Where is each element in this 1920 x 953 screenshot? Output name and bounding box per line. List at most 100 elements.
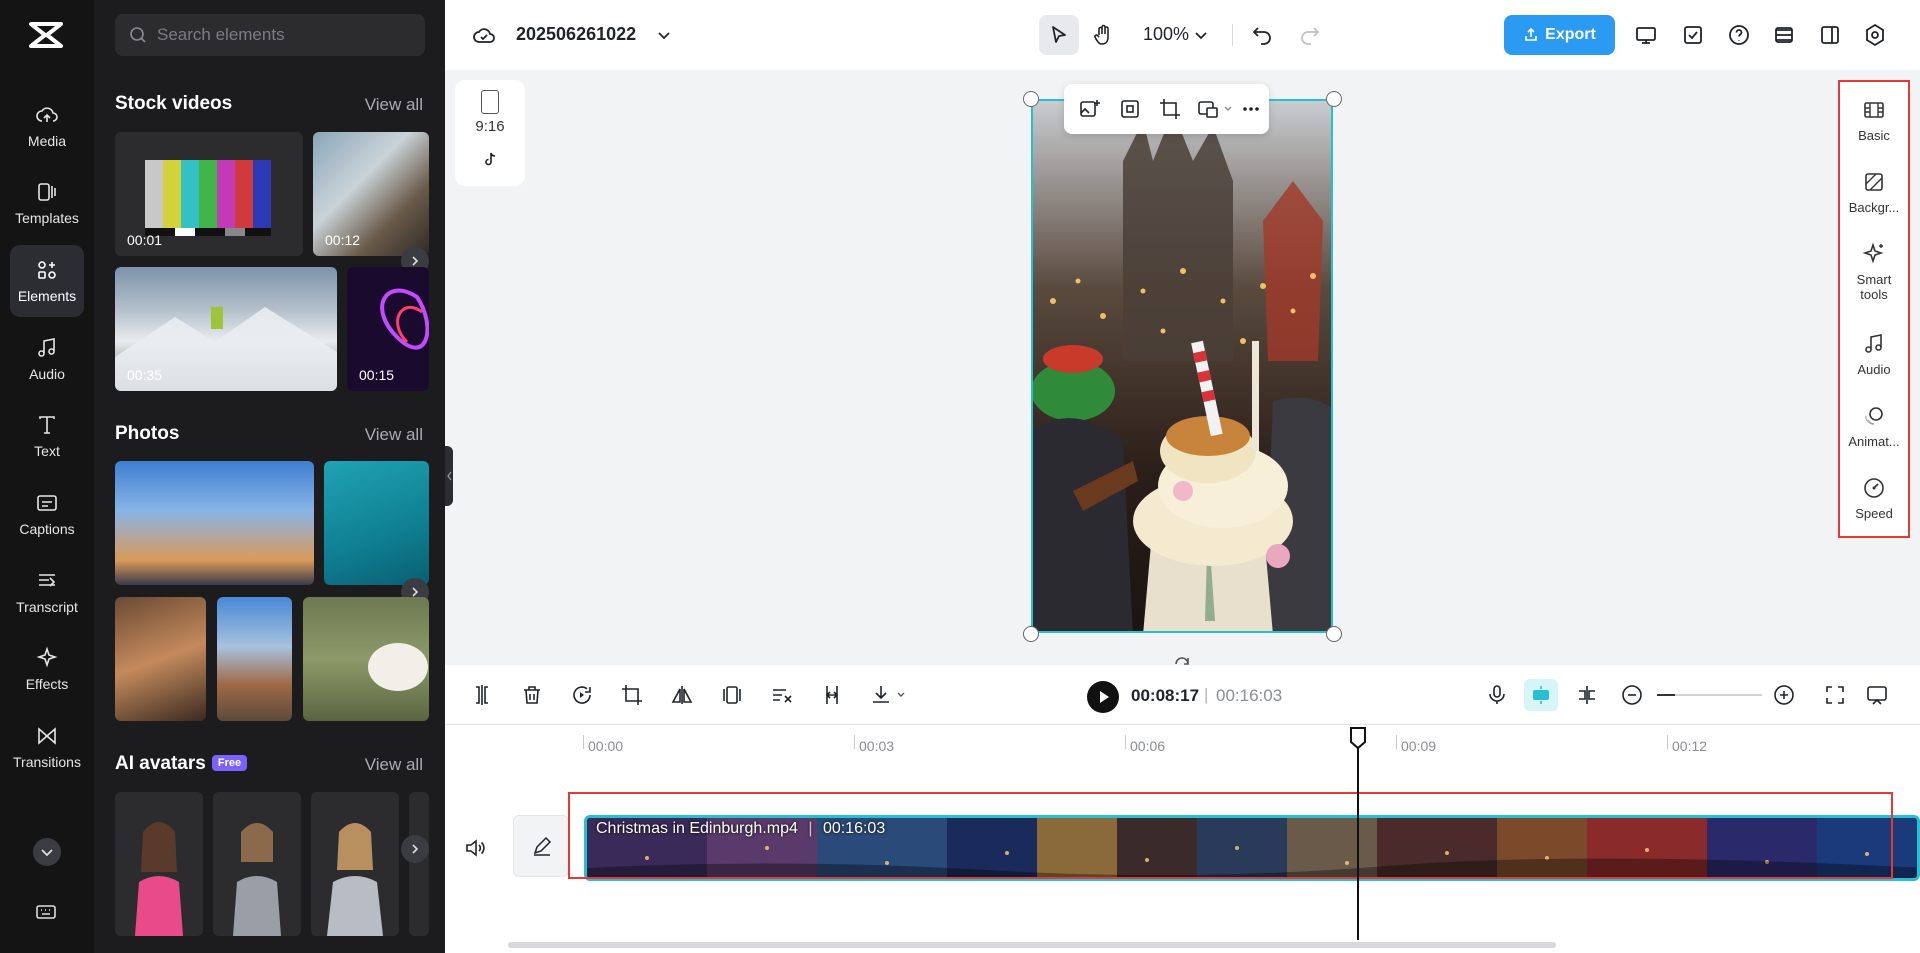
settings-icon[interactable] <box>1863 23 1887 47</box>
cloud-sync-icon[interactable] <box>472 23 496 47</box>
stock-video-thumb[interactable]: 00:12 <box>313 132 429 256</box>
chevron-down-icon[interactable] <box>1222 103 1234 115</box>
fullscreen-icon[interactable] <box>1823 683 1847 707</box>
chevron-down-icon[interactable] <box>1189 23 1213 47</box>
flip-icon[interactable] <box>670 683 694 707</box>
project-name[interactable]: 202506261022 <box>516 24 636 45</box>
playhead[interactable] <box>1357 728 1359 940</box>
download-icon[interactable] <box>869 683 893 707</box>
volume-icon[interactable] <box>463 836 487 860</box>
replace-image-icon[interactable] <box>1196 97 1220 121</box>
photo-thumb[interactable] <box>115 597 206 721</box>
chevron-down-icon[interactable] <box>895 689 907 701</box>
rp-basic[interactable]: Basic <box>1840 98 1908 143</box>
edit-cover-button[interactable] <box>513 815 569 877</box>
loop-icon[interactable] <box>570 683 594 707</box>
rp-speed[interactable]: Speed <box>1840 476 1908 521</box>
fit-frame-icon[interactable] <box>1118 97 1142 121</box>
rotate-handle-icon[interactable] <box>1172 650 1192 666</box>
nav-templates[interactable]: Templates <box>10 167 84 239</box>
nav-effects[interactable]: Effects <box>10 633 84 705</box>
aspect-ratio-selector[interactable]: 9:16 <box>455 80 525 186</box>
crop-icon[interactable] <box>1158 97 1182 121</box>
photo-thumb[interactable] <box>303 597 429 721</box>
background-icon <box>1862 170 1886 194</box>
rp-animation[interactable]: Animat... <box>1840 404 1908 449</box>
review-icon[interactable] <box>1681 23 1705 47</box>
select-tool-button[interactable] <box>1039 15 1079 55</box>
redo-icon[interactable] <box>1298 23 1322 47</box>
resize-handle[interactable] <box>1326 91 1342 107</box>
hand-tool-icon[interactable] <box>1091 23 1115 47</box>
photo-thumb[interactable] <box>324 461 429 585</box>
split-track-icon[interactable] <box>1575 683 1599 707</box>
ai-avatar-thumb[interactable] <box>115 792 203 936</box>
keyboard-icon[interactable] <box>34 900 58 924</box>
rp-smart-tools[interactable]: Smart tools <box>1840 242 1908 302</box>
chevron-down-icon[interactable] <box>652 23 676 47</box>
crop-icon[interactable] <box>620 683 644 707</box>
total-time: 00:16:03 <box>1216 686 1282 706</box>
resize-handle[interactable] <box>1326 626 1342 642</box>
resize-handle[interactable] <box>1023 626 1039 642</box>
stock-video-thumb[interactable]: 00:15 <box>347 267 429 391</box>
rp-audio[interactable]: Audio <box>1840 332 1908 377</box>
auto-snap-button[interactable] <box>1524 679 1558 711</box>
nav-media[interactable]: Media <box>10 90 84 162</box>
avatars-next-button[interactable] <box>401 835 429 863</box>
magnet-icon <box>1530 684 1552 706</box>
photos-view-all[interactable]: View all <box>365 425 423 445</box>
video-preview[interactable] <box>1031 99 1333 633</box>
stock-videos-view-all[interactable]: View all <box>365 95 423 115</box>
present-icon[interactable] <box>1634 23 1658 47</box>
nav-transcript[interactable]: Transcript <box>10 556 84 628</box>
nav-more-button[interactable] <box>33 838 61 866</box>
stock-video-thumb[interactable]: 00:35 <box>115 267 337 391</box>
ai-avatars-view-all[interactable]: View all <box>365 755 423 775</box>
split-layout-icon[interactable] <box>1818 23 1842 47</box>
nav-elements[interactable]: Elements <box>10 245 84 317</box>
zoom-out-icon[interactable] <box>1620 683 1644 707</box>
nav-captions[interactable]: Captions <box>10 478 84 550</box>
nav-audio[interactable]: Audio <box>10 323 84 395</box>
export-button[interactable]: Export <box>1504 15 1615 55</box>
ai-avatar-thumb[interactable] <box>311 792 399 936</box>
help-icon[interactable] <box>1727 23 1751 47</box>
search-input[interactable] <box>157 25 407 45</box>
freeze-icon[interactable] <box>720 683 744 707</box>
resize-handle[interactable] <box>1023 91 1039 107</box>
image-add-icon[interactable] <box>1078 97 1102 121</box>
timeline-scrollbar[interactable] <box>508 942 1556 948</box>
free-badge: Free <box>212 755 247 771</box>
panel-collapse-handle[interactable] <box>445 446 453 506</box>
nav-transitions[interactable]: Transitions <box>10 711 84 783</box>
ruler-tick <box>1396 735 1397 749</box>
zoom-in-icon[interactable] <box>1772 683 1796 707</box>
microphone-icon[interactable] <box>1485 683 1509 707</box>
more-icon[interactable] <box>1239 97 1263 121</box>
trim-icon[interactable] <box>820 683 844 707</box>
ruler-label: 00:12 <box>1672 738 1707 754</box>
rp-background[interactable]: Backgr... <box>1840 170 1908 215</box>
layers-icon[interactable] <box>1772 23 1796 47</box>
captions-toggle-icon[interactable] <box>1865 683 1889 707</box>
video-track <box>568 792 1893 879</box>
delete-icon[interactable] <box>520 683 544 707</box>
play-button[interactable] <box>1087 681 1119 713</box>
photo-thumb[interactable] <box>115 461 314 585</box>
search-box[interactable] <box>115 14 425 56</box>
playhead-handle[interactable] <box>1349 726 1367 750</box>
undo-icon[interactable] <box>1250 23 1274 47</box>
photo-thumb[interactable] <box>217 597 292 721</box>
stock-video-thumb[interactable]: 00:01 <box>115 132 303 256</box>
nav-text[interactable]: Text <box>10 400 84 472</box>
nav-label: Transitions <box>13 754 81 770</box>
remove-bg-icon[interactable] <box>770 683 794 707</box>
right-property-panel: Basic Backgr... Smart tools Audio Animat… <box>1838 80 1910 538</box>
capcut-logo[interactable] <box>27 18 65 52</box>
zoom-level[interactable]: 100% <box>1143 24 1189 45</box>
ai-avatar-thumb[interactable] <box>409 792 429 936</box>
zoom-slider[interactable] <box>1657 694 1762 696</box>
split-icon[interactable] <box>470 683 494 707</box>
ai-avatar-thumb[interactable] <box>213 792 301 936</box>
